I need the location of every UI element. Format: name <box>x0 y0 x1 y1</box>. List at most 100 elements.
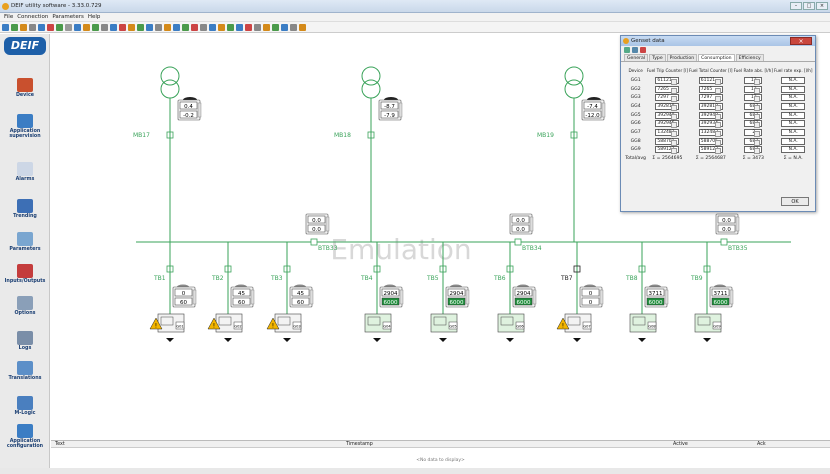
save-icon[interactable] <box>624 47 630 53</box>
menu-connection[interactable]: Connection <box>17 14 48 20</box>
sidebar-item-m-logic[interactable]: M-Logic <box>0 396 50 416</box>
ok-button[interactable]: OK <box>781 197 809 206</box>
transformer-icon <box>160 79 180 99</box>
genset-id: G04 <box>383 325 391 329</box>
value-field: 2 <box>744 128 763 137</box>
toolbar <box>0 22 830 33</box>
alarm-grid: Text Timestamp Active Ack <No data to di… <box>51 440 830 468</box>
toolbar-button-icon[interactable] <box>146 23 153 31</box>
toolbar-button-icon[interactable] <box>200 23 207 31</box>
print-icon[interactable] <box>632 47 638 53</box>
value-field: N.A. <box>781 128 806 136</box>
sidebar-item-parameters[interactable]: Parameters <box>0 232 50 252</box>
bus-tie-breaker[interactable] <box>720 238 728 246</box>
toolbar-button-icon[interactable] <box>119 23 126 31</box>
maximize-button[interactable]: □ <box>803 2 815 10</box>
dialog-close-button[interactable]: × <box>790 37 812 45</box>
toolbar-button-icon[interactable] <box>56 23 63 31</box>
col-active[interactable]: Active <box>673 442 688 447</box>
toolbar-button-icon[interactable] <box>2 23 9 31</box>
mains-breaker-label: MB19 <box>537 132 554 139</box>
toolbar-button-icon[interactable] <box>83 23 90 31</box>
tab-efficiency[interactable]: Efficiency <box>735 54 764 61</box>
toolbar-button-icon[interactable] <box>254 23 261 31</box>
toolbar-button-icon[interactable] <box>74 23 81 31</box>
toolbar-button-icon[interactable] <box>218 23 225 31</box>
sidebar-item-label: configuration <box>6 444 44 449</box>
tab-production[interactable]: Production <box>666 54 698 61</box>
toolbar-button-icon[interactable] <box>263 23 270 31</box>
value-field: N.A. <box>781 102 806 110</box>
toolbar-button-icon[interactable] <box>182 23 189 31</box>
sidebar-item-alarms[interactable]: Alarms <box>0 162 50 182</box>
toolbar-button-icon[interactable] <box>38 23 45 31</box>
tab-consumption[interactable]: Consumption <box>698 54 735 61</box>
scroll-indicator <box>664 289 669 305</box>
toolbar-button-icon[interactable] <box>20 23 27 31</box>
bus-tie-breaker[interactable] <box>310 238 318 246</box>
toolbar-button-icon[interactable] <box>92 23 99 31</box>
toolbar-button-icon[interactable] <box>281 23 288 31</box>
col-timestamp[interactable]: Timestamp <box>346 442 373 447</box>
toolbar-button-icon[interactable] <box>191 23 198 31</box>
tab-type[interactable]: Type <box>649 54 666 61</box>
sidebar-item-logs[interactable]: Logs <box>0 331 50 351</box>
col-text[interactable]: Text <box>55 442 65 447</box>
value-field: 12 <box>744 76 763 85</box>
sidebar-item-application-configuration[interactable]: Application configuration <box>0 424 50 449</box>
toolbar-button-icon[interactable] <box>290 23 297 31</box>
toolbar-button-icon[interactable] <box>272 23 279 31</box>
col-ack[interactable]: Ack <box>757 442 766 447</box>
toolbar-button-icon[interactable] <box>137 23 144 31</box>
toolbar-button-icon[interactable] <box>47 23 54 31</box>
tab-general[interactable]: General <box>624 54 649 61</box>
toolbar-button-icon[interactable] <box>245 23 252 31</box>
sidebar-item-translations[interactable]: Translations <box>0 361 50 381</box>
value-field: N.A. <box>781 85 806 93</box>
bus-tie-breaker[interactable] <box>514 238 522 246</box>
value-bottom: 0.0 <box>722 227 731 233</box>
bus-tie-label: BTB35 <box>728 245 748 252</box>
genset-breaker-label: TB7 <box>560 275 573 282</box>
menu-file[interactable]: File <box>4 14 13 20</box>
value-field: N.A. <box>781 146 806 154</box>
sidebar-item-application-supervision[interactable]: Application supervision <box>0 114 50 139</box>
toolbar-button-icon[interactable] <box>11 23 18 31</box>
load-arrow-icon <box>703 338 711 342</box>
toolbar-button-icon[interactable] <box>209 23 216 31</box>
value-field: 7297 <box>698 94 723 103</box>
load-arrow-icon <box>439 338 447 342</box>
pdf-icon[interactable] <box>640 47 646 53</box>
device-cell: GG2 <box>630 86 641 92</box>
menu-parameters[interactable]: Parameters <box>52 14 83 20</box>
toolbar-button-icon[interactable] <box>173 23 180 31</box>
value-top: 0.4 <box>184 104 193 110</box>
alarms-icon <box>17 162 33 176</box>
close-button[interactable]: × <box>816 2 828 10</box>
minimize-button[interactable]: – <box>790 2 802 10</box>
value-field: 392810 <box>698 102 723 111</box>
toolbar-button-icon[interactable] <box>164 23 171 31</box>
toolbar-button-icon[interactable] <box>65 23 72 31</box>
sidebar-item-inputs-outputs[interactable]: Inputs/Outputs <box>0 264 50 284</box>
sidebar-item-device[interactable]: Device <box>0 78 50 98</box>
application-supervision-icon <box>17 114 33 128</box>
scroll-indicator <box>599 289 604 305</box>
totals-row: Total/avg Σ = 2564695 Σ = 2564687 Σ = 3473 Σ… <box>625 154 813 163</box>
sidebar-item-options[interactable]: Options <box>0 296 50 316</box>
toolbar-button-icon[interactable] <box>29 23 36 31</box>
value-field: 61121 <box>655 76 680 85</box>
toolbar-button-icon[interactable] <box>299 23 306 31</box>
toolbar-button-icon[interactable] <box>227 23 234 31</box>
toolbar-button-icon[interactable] <box>155 23 162 31</box>
sidebar-item-trending[interactable]: Trending <box>0 199 50 219</box>
value-field: 392810 <box>655 102 680 111</box>
load-arrow-icon <box>638 338 646 342</box>
toolbar-button-icon[interactable] <box>110 23 117 31</box>
scroll-indicator <box>601 102 606 118</box>
menu-help[interactable]: Help <box>88 14 101 20</box>
toolbar-button-icon[interactable] <box>101 23 108 31</box>
toolbar-button-icon[interactable] <box>128 23 135 31</box>
toolbar-button-icon[interactable] <box>236 23 243 31</box>
value-top: 0.0 <box>722 218 731 224</box>
